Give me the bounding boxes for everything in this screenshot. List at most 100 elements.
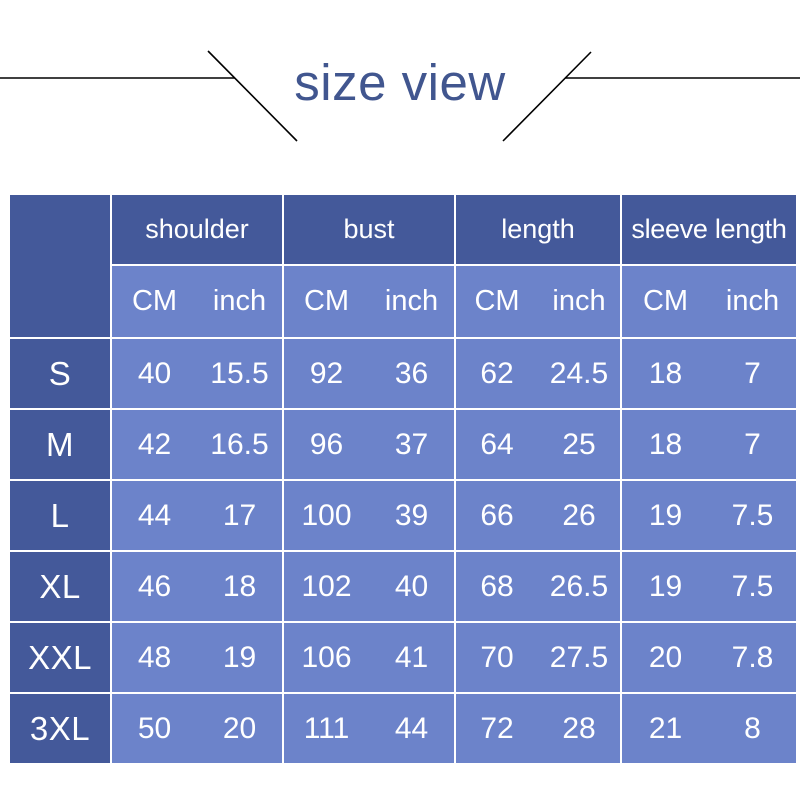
- value-cm: 66: [480, 498, 514, 532]
- value-inch: 16.5: [210, 427, 269, 461]
- cell-shoulder: 48 19: [112, 623, 282, 692]
- table-row: S 40 15.5 92 36 62 24.5 18 7: [10, 339, 796, 408]
- table-row: M 42 16.5 96 37 64 25 18 7: [10, 410, 796, 479]
- value-inch: 7: [744, 427, 761, 461]
- unit-header-sleeve-length: CM inch: [622, 266, 796, 337]
- table-row: XXL 48 19 106 41 70 27.5 20 7.8: [10, 623, 796, 692]
- value-inch: 37: [394, 427, 429, 461]
- value-inch: 40: [394, 569, 429, 603]
- column-header-length: length: [456, 195, 620, 264]
- cell-sleeve-length: 21 8: [622, 694, 796, 763]
- unit-label-inch: inch: [552, 285, 606, 317]
- cell-bust: 92 36: [284, 339, 454, 408]
- unit-label-inch: inch: [384, 285, 439, 317]
- unit-label-cm: CM: [131, 285, 178, 317]
- value-cm: 18: [648, 356, 683, 390]
- cell-length: 64 25: [456, 410, 620, 479]
- value-inch: 20: [222, 711, 257, 745]
- cell-sleeve-length: 19 7.5: [622, 481, 796, 550]
- value-cm: 50: [137, 711, 172, 745]
- value-inch: 8: [744, 711, 761, 745]
- value-inch: 7: [744, 356, 761, 390]
- cell-length: 62 24.5: [456, 339, 620, 408]
- value-cm: 68: [480, 569, 514, 603]
- column-header-bust: bust: [284, 195, 454, 264]
- value-cm: 111: [303, 711, 350, 745]
- title-banner: size view: [0, 0, 800, 180]
- value-cm: 48: [137, 640, 172, 674]
- cell-sleeve-length: 18 7: [622, 339, 796, 408]
- cell-shoulder: 42 16.5: [112, 410, 282, 479]
- unit-label-cm: CM: [303, 285, 350, 317]
- value-inch: 17: [222, 498, 257, 532]
- unit-label-cm: CM: [642, 285, 689, 317]
- value-inch: 7.5: [731, 498, 774, 532]
- unit-header-bust: CM inch: [284, 266, 454, 337]
- value-cm: 44: [137, 498, 172, 532]
- value-inch: 15.5: [210, 356, 269, 390]
- value-cm: 42: [137, 427, 172, 461]
- value-inch: 24.5: [549, 356, 609, 390]
- value-cm: 46: [137, 569, 172, 603]
- value-inch: 7.8: [731, 640, 774, 674]
- cell-length: 72 28: [456, 694, 620, 763]
- unit-header-length: CM inch: [456, 266, 620, 337]
- value-inch: 18: [222, 569, 257, 603]
- value-inch: 25: [562, 427, 596, 461]
- value-inch: 19: [222, 640, 257, 674]
- table-row: 3XL 50 20 111 44 72 28 21 8: [10, 694, 796, 763]
- value-cm: 64: [480, 427, 514, 461]
- value-cm: 62: [480, 356, 514, 390]
- value-cm: 106: [301, 640, 352, 674]
- table-corner-cell: [10, 195, 110, 337]
- value-cm: 72: [480, 711, 514, 745]
- value-cm: 96: [309, 427, 344, 461]
- value-cm: 19: [648, 498, 683, 532]
- value-inch: 7.5: [731, 569, 774, 603]
- unit-label-inch: inch: [725, 285, 780, 317]
- cell-length: 70 27.5: [456, 623, 620, 692]
- value-cm: 18: [648, 427, 683, 461]
- value-cm: 70: [480, 640, 514, 674]
- column-header-shoulder: shoulder: [112, 195, 282, 264]
- value-inch: 27.5: [549, 640, 609, 674]
- unit-label-inch: inch: [212, 285, 267, 317]
- size-label: M: [10, 410, 110, 479]
- value-cm: 20: [648, 640, 683, 674]
- value-inch: 28: [562, 711, 596, 745]
- value-cm: 92: [309, 356, 344, 390]
- cell-bust: 102 40: [284, 552, 454, 621]
- size-label: XXL: [10, 623, 110, 692]
- cell-shoulder: 40 15.5: [112, 339, 282, 408]
- size-chart-table: shoulder bust length sleeve length CM in…: [8, 193, 798, 765]
- cell-sleeve-length: 20 7.8: [622, 623, 796, 692]
- size-label: S: [10, 339, 110, 408]
- table-unit-row: CM inch CM inch CM inch CM inch: [10, 266, 796, 337]
- table-row: XL 46 18 102 40 68 26.5 19 7.5: [10, 552, 796, 621]
- value-cm: 21: [648, 711, 683, 745]
- cell-bust: 100 39: [284, 481, 454, 550]
- cell-length: 66 26: [456, 481, 620, 550]
- column-header-sleeve-length: sleeve length: [622, 195, 796, 264]
- cell-shoulder: 50 20: [112, 694, 282, 763]
- value-inch: 26: [562, 498, 596, 532]
- value-inch: 26.5: [549, 569, 609, 603]
- unit-label-cm: CM: [474, 285, 520, 317]
- cell-sleeve-length: 18 7: [622, 410, 796, 479]
- value-inch: 36: [394, 356, 429, 390]
- cell-sleeve-length: 19 7.5: [622, 552, 796, 621]
- value-cm: 40: [137, 356, 172, 390]
- size-label: L: [10, 481, 110, 550]
- page-title: size view: [294, 54, 506, 111]
- value-cm: 100: [301, 498, 352, 532]
- cell-shoulder: 46 18: [112, 552, 282, 621]
- value-inch: 41: [394, 640, 429, 674]
- cell-bust: 96 37: [284, 410, 454, 479]
- value-cm: 19: [648, 569, 683, 603]
- table-header-row: shoulder bust length sleeve length: [10, 195, 796, 337]
- table-row: L 44 17 100 39 66 26 19 7.5: [10, 481, 796, 550]
- unit-header-shoulder: CM inch: [112, 266, 282, 337]
- cell-length: 68 26.5: [456, 552, 620, 621]
- size-label: 3XL: [10, 694, 110, 763]
- value-inch: 44: [394, 711, 429, 745]
